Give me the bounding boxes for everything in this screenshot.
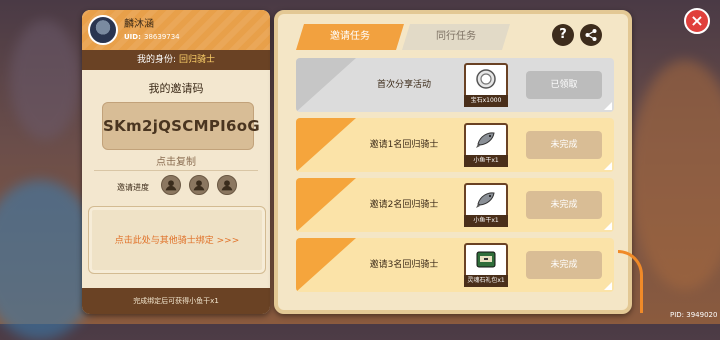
bind-knight-button[interactable]: 点击此处与其他骑士绑定 >>>: [88, 206, 266, 274]
tab-companion-tasks[interactable]: 同行任务: [402, 24, 510, 50]
reward-slot[interactable]: 小鱼干x1: [464, 183, 508, 227]
share-button[interactable]: [580, 24, 602, 46]
gem-icon: [476, 69, 496, 89]
task-status-button[interactable]: 未完成: [526, 191, 602, 219]
invite-code-label: 我的邀请码: [148, 82, 204, 95]
corner-flag: [604, 162, 612, 170]
task-name: 邀请2名回归骑士: [369, 200, 439, 210]
task-status-button[interactable]: 未完成: [526, 251, 602, 279]
copy-code-button[interactable]: 点击复制: [82, 153, 270, 168]
help-button[interactable]: ?: [552, 24, 574, 46]
task-status-button[interactable]: 未完成: [526, 131, 602, 159]
task-row: 邀请1名回归骑士 小鱼干x1 未完成: [296, 118, 614, 172]
uid-value: 38639734: [144, 33, 180, 41]
task-name: 邀请1名回归骑士: [369, 140, 439, 150]
reward-slot[interactable]: 灵魂石礼包x1: [464, 243, 508, 287]
task-status-button[interactable]: 已领取: [526, 71, 602, 99]
bind-reward-note: 完成绑定后可获得小鱼干x1: [82, 288, 270, 314]
identity-value: 回归骑士: [178, 55, 215, 65]
player-name: 麟沐涵: [124, 19, 154, 30]
reward-label: 灵魂石礼包x1: [464, 275, 508, 287]
decorative-ribbon: [618, 250, 643, 313]
task-row: 首次分享活动 宝石x1000 已领取: [296, 58, 614, 112]
pid-label: PID: 3949020: [670, 311, 718, 319]
corner-flag: [604, 222, 612, 230]
invite-progress-label: 邀请进度: [117, 183, 149, 192]
bind-prompt: 点击此处与其他骑士绑定 >>>: [114, 236, 240, 246]
share-icon: [585, 29, 597, 41]
task-name: 首次分享活动: [376, 80, 431, 90]
fish-icon: [476, 132, 495, 148]
identity-bar: 我的身份: 回归骑士: [82, 50, 270, 70]
corner-flag: [604, 102, 612, 110]
task-panel: 邀请任务 同行任务 ? 首次分享活动 宝石x1000 已领取 邀请1名回归骑士: [274, 10, 632, 314]
task-row: 邀请3名回归骑士 灵魂石礼包x1 未完成: [296, 238, 614, 292]
reward-slot[interactable]: 宝石x1000: [464, 63, 508, 107]
identity-label: 我的身份:: [137, 55, 177, 65]
reward-label: 宝石x1000: [464, 95, 508, 107]
background-shape: [10, 20, 80, 140]
corner-flag: [604, 282, 612, 290]
player-invite-card: 麟沐涵 UID: 38639734 我的身份: 回归骑士 我的邀请码 SKm2j…: [82, 10, 270, 314]
player-header: 麟沐涵 UID: 38639734: [82, 10, 270, 50]
tab-invite-tasks[interactable]: 邀请任务: [296, 24, 404, 50]
invite-slot-empty-icon: [217, 175, 237, 195]
fish-icon: [476, 192, 495, 208]
divider: [94, 170, 258, 171]
avatar[interactable]: [88, 15, 118, 45]
reward-label: 小鱼干x1: [464, 155, 508, 167]
invite-code: SKm2jQSCMPI6oG: [102, 102, 260, 150]
close-button[interactable]: ×: [684, 8, 710, 34]
task-name: 邀请3名回归骑士: [369, 260, 439, 270]
uid-label: UID:: [124, 33, 141, 41]
reward-slot[interactable]: 小鱼干x1: [464, 123, 508, 167]
invite-slot-empty-icon: [189, 175, 209, 195]
task-row: 邀请2名回归骑士 小鱼干x1 未完成: [296, 178, 614, 232]
reward-label: 小鱼干x1: [464, 215, 508, 227]
chest-icon: [476, 251, 496, 268]
invite-slot-empty-icon: [161, 175, 181, 195]
background-shape: [630, 60, 720, 290]
